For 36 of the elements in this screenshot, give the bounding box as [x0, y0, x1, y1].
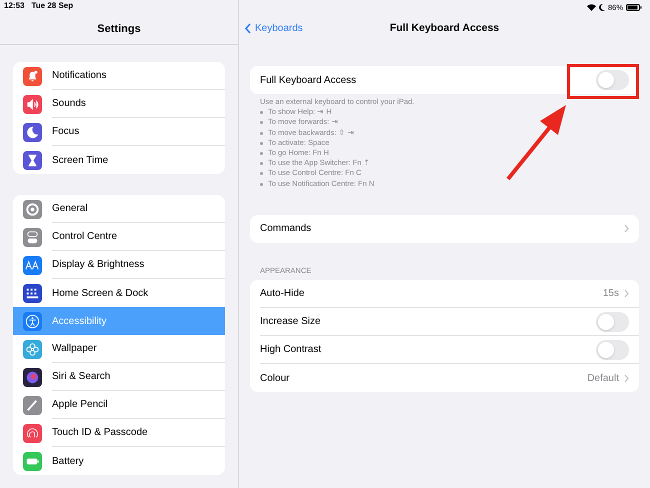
chevron-right-icon	[624, 374, 629, 383]
setting-value: Default	[587, 372, 619, 386]
bullet-icon	[260, 172, 263, 176]
sidebar-title: Settings	[97, 23, 141, 35]
chevron-right-icon	[624, 224, 629, 234]
toggle-switch[interactable]	[596, 70, 629, 90]
sidebar-item[interactable]: Notifications	[13, 62, 225, 90]
battery-icon	[626, 4, 642, 12]
setting-label: Full Keyboard Access	[260, 74, 356, 88]
setting-value: 15s	[602, 287, 619, 302]
page-title: Full Keyboard Access	[390, 22, 500, 34]
chevron-right-icon	[624, 289, 629, 298]
bullet-icon	[260, 162, 263, 166]
bullet-icon	[260, 132, 263, 135]
sidebar-item[interactable]: General	[13, 195, 225, 223]
status-time: 12:53	[4, 0, 24, 12]
setting-label: Auto-Hide	[260, 287, 304, 302]
toggle-switch[interactable]	[596, 340, 629, 360]
setting-label: Increase Size	[260, 315, 321, 330]
setting-label: High Contrast	[260, 343, 322, 358]
commands-row[interactable]: Commands	[250, 214, 639, 243]
toggle-switch[interactable]	[596, 312, 629, 332]
setting-label: Colour	[260, 372, 290, 386]
bullet-icon	[260, 111, 263, 114]
settings-row[interactable]: Colour Default	[260, 364, 639, 392]
chevron-left-icon	[245, 23, 251, 34]
bullet-icon	[260, 121, 263, 124]
back-button[interactable]: Keyboards	[245, 21, 303, 36]
bullet-icon	[260, 142, 263, 145]
bullet-icon	[260, 152, 263, 156]
moon-icon	[598, 4, 605, 12]
wifi-icon	[586, 4, 596, 12]
highlight-frame	[567, 64, 639, 99]
status-date: Tue 28 Sep	[31, 0, 74, 12]
settings-row[interactable]: Auto-Hide 15s	[260, 280, 639, 308]
bullet-icon	[260, 182, 263, 186]
